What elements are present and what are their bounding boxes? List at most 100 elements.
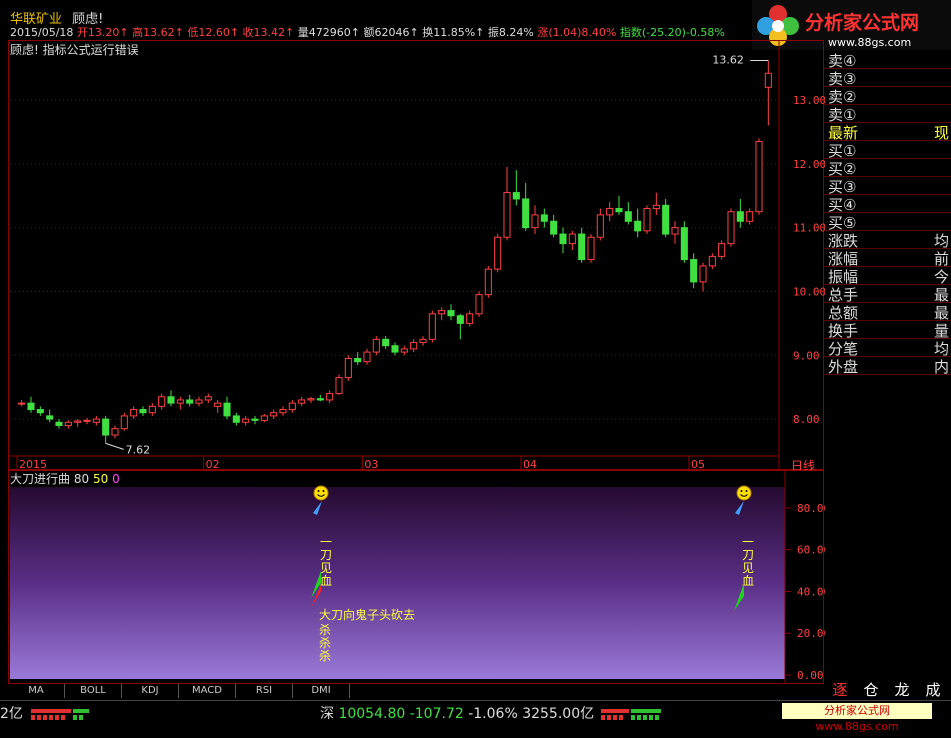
candle-body: [578, 233, 586, 261]
candle-body: [512, 192, 520, 200]
price-chart[interactable]: 13.00 12.00 11.00 10.00 9.00 8.00 13.62 7.62 201…: [8, 40, 826, 473]
candle-body: [419, 338, 427, 344]
candle-body: [475, 294, 483, 315]
side-button[interactable]: 成: [919, 680, 947, 700]
candle-body: [587, 236, 595, 261]
svg-text:杀: 杀: [319, 622, 331, 637]
candle-body: [139, 409, 147, 414]
status-left-bars-icon: [31, 709, 90, 720]
quote-row-label: 外盘: [828, 358, 859, 376]
indicator-param-2: 50: [92, 472, 109, 486]
candle-body: [690, 259, 698, 283]
candle-body: [223, 402, 231, 417]
logo-url: www.88gs.com: [828, 36, 912, 49]
candle-body: [718, 243, 726, 257]
candle-body: [102, 418, 110, 436]
indicator-tick-label: 20.00: [797, 627, 825, 640]
candle-body: [92, 418, 100, 423]
candle-body: [746, 211, 754, 222]
candle-body: [736, 211, 744, 222]
market-bars-icon: [600, 709, 661, 720]
quote-row: 涨幅前: [824, 248, 951, 268]
candle-body: [251, 418, 259, 421]
signal-text-2: 大刀向鬼子头砍去: [319, 607, 415, 622]
svg-text:刀: 刀: [742, 548, 754, 562]
index-amount: 3255.00亿: [522, 706, 595, 722]
candle-body: [652, 204, 660, 210]
candle-body: [83, 419, 91, 422]
candle-body: [522, 198, 530, 229]
side-button[interactable]: 仓: [857, 680, 885, 700]
candle-body: [167, 396, 175, 404]
candle-body: [158, 396, 166, 407]
quote-item: 涨(1.04)8.40%: [533, 26, 617, 39]
candle-body: [764, 72, 772, 88]
quote-item: 指数(-25.20)-0.58%: [616, 26, 725, 39]
quote-row: 涨跌均: [824, 230, 951, 250]
tab-dmi[interactable]: DMI: [293, 684, 350, 698]
tab-boll[interactable]: BOLL: [65, 684, 122, 698]
candle-body: [298, 399, 306, 404]
quote-row: 振幅今: [824, 266, 951, 286]
candle-body: [456, 315, 464, 324]
side-buttons: 逐仓龙成: [826, 680, 951, 700]
candle-body: [279, 409, 287, 414]
indicator-tick-label: 80.00: [797, 502, 825, 515]
quote-values: 开13.20↑ 高13.62↑ 低12.60↑ 收13.42↑ 量472960↑…: [77, 26, 725, 39]
indicator-tick-label: 40.00: [797, 585, 825, 598]
status-left: 2亿: [0, 703, 97, 723]
tab-kdj[interactable]: KDJ: [122, 684, 179, 698]
candle-body: [36, 409, 44, 414]
signal-text-3: 杀杀杀: [319, 622, 331, 663]
indicator-tabs: MA BOLL KDJ MACD RSI DMI: [8, 684, 824, 698]
candle-body: [316, 398, 324, 401]
index-percent: -1.06%: [468, 706, 518, 722]
index-value: 10054.80: [338, 706, 406, 722]
candle-body: [186, 399, 194, 404]
tab-macd[interactable]: MACD: [179, 684, 236, 698]
candle-body: [64, 421, 72, 426]
quote-row: 买②: [824, 158, 951, 178]
candle-body: [531, 214, 539, 229]
side-button[interactable]: 龙: [888, 680, 916, 700]
candle-body: [232, 415, 240, 423]
candle-body: [391, 345, 399, 353]
candle-body: [624, 211, 632, 222]
quote-row: 卖③: [824, 68, 951, 88]
quote-item: 开13.20↑: [76, 26, 129, 39]
price-tick-label: 10.00: [793, 285, 825, 298]
candle-body: [242, 418, 250, 423]
price-tick-label: 12.00: [793, 158, 825, 171]
quote-row: 买①: [824, 140, 951, 160]
indicator-chart[interactable]: 80.00 60.00 40.00 20.00 0.00 一刀见血大刀向鬼子头砍去杀杀杀 一…: [8, 470, 830, 685]
candle-body: [662, 204, 670, 235]
candle-body: [503, 192, 511, 238]
indicator-title: 大刀进行曲 80 50 0: [10, 470, 120, 487]
quote-item: 低12.60↑: [183, 26, 240, 39]
candle-body: [596, 214, 604, 238]
order-book-panel: 卖④ 卖③ 卖② 卖① 最新现买① 买② 买③ 买④ 买⑤ 涨跌均涨幅前振幅今总手最总额最换手量分…: [824, 50, 951, 392]
price-tick-label: 9.00: [793, 349, 820, 362]
candle-body: [494, 236, 502, 270]
quote-row: 卖④: [824, 50, 951, 70]
svg-text:血: 血: [320, 574, 332, 588]
tab-ma[interactable]: MA: [8, 684, 65, 698]
indicator-tick-label: 60.00: [797, 544, 825, 557]
indicator-tick-label: 0.00: [797, 669, 824, 682]
candle-body: [438, 310, 446, 315]
quote-row: 分笔均: [824, 338, 951, 358]
candle-body: [111, 428, 119, 436]
tab-rsi[interactable]: RSI: [236, 684, 293, 698]
candle-body: [400, 348, 408, 353]
quote-row: 卖②: [824, 86, 951, 106]
indicator-param-1: 80: [73, 472, 90, 486]
candle-body: [307, 398, 315, 401]
market-index: 深 10054.80 -107.72 -1.06% 3255.00亿: [320, 703, 669, 723]
price-tick-label: 8.00: [793, 413, 820, 426]
candle-body: [260, 415, 268, 421]
side-button[interactable]: 逐: [826, 680, 854, 700]
quote-date: 2015/05/18: [10, 26, 74, 39]
indicator-plot[interactable]: 80.00 60.00 40.00 20.00 0.00 一刀见血大刀向鬼子头砍去杀杀杀 一…: [9, 471, 830, 685]
indicator-param-3: 0: [112, 472, 120, 486]
candlestick-chart[interactable]: 13.0012.0011.0010.009.008.0013.627.62201…: [9, 41, 826, 473]
